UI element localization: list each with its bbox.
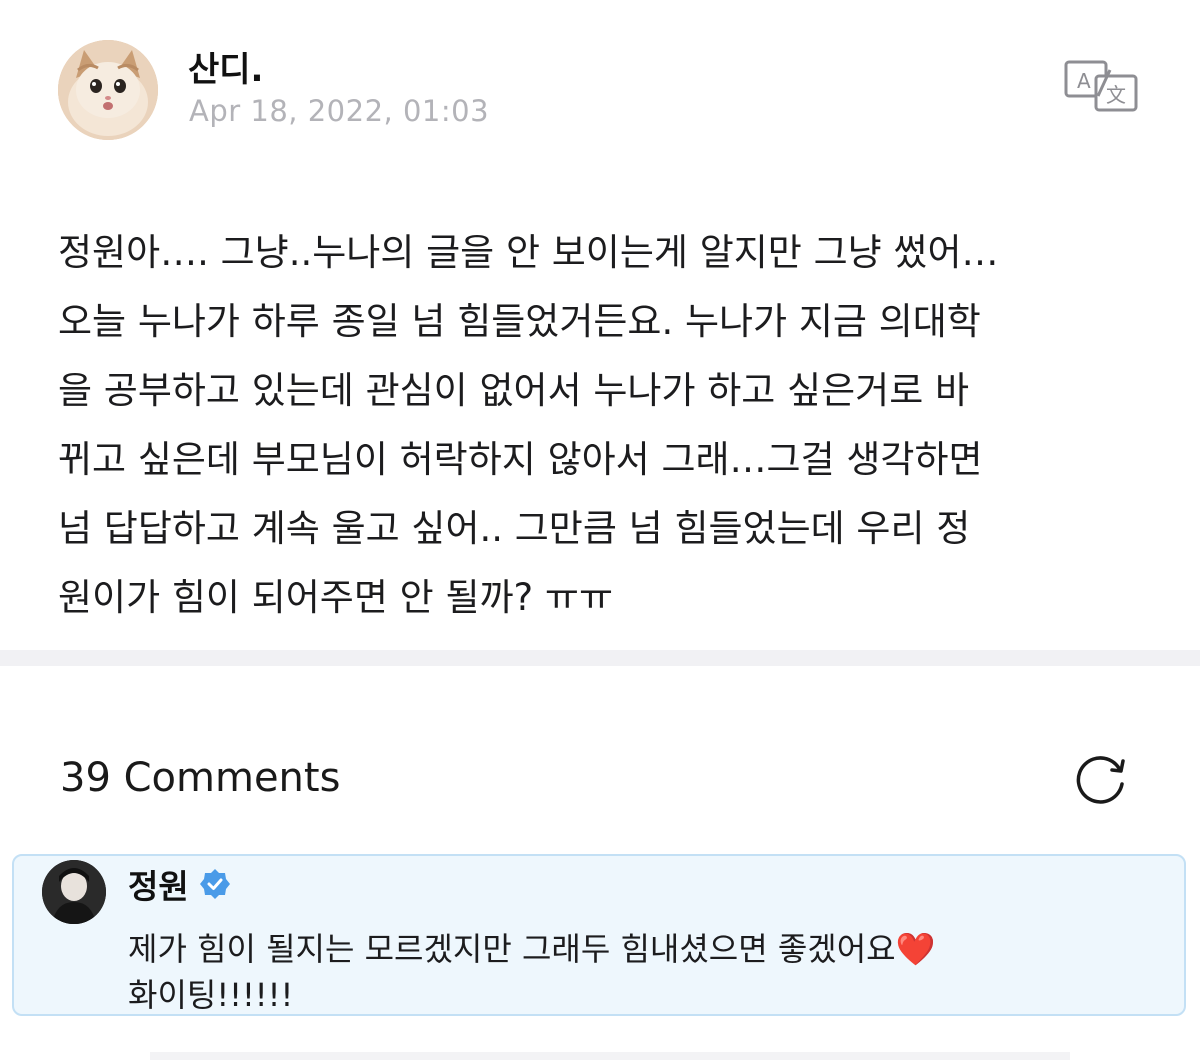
highlighted-comment[interactable]: 정원 제가 힘이 될지는 모르겠지만 그래두 힘내셨으면 좋겠어요❤️ 화이팅!… — [12, 854, 1186, 1016]
post-author[interactable]: 산디. — [188, 42, 263, 91]
comment-text: 제가 힘이 될지는 모르겠지만 그래두 힘내셨으면 좋겠어요❤️ 화이팅!!!!… — [128, 926, 1168, 1018]
heart-emoji: ❤️ — [895, 930, 936, 968]
post-body-line: 뀌고 싶은데 부모님이 허락하지 않아서 그래…그걸 생각하면 — [58, 438, 983, 481]
svg-text:A: A — [1077, 69, 1091, 93]
comment-text-line: 화이팅!!!!!! — [128, 976, 294, 1014]
post-body-line: 넘 답답하고 계속 울고 싶어.. 그만큼 넘 힘들었는데 우리 정 — [58, 507, 971, 550]
author-avatar[interactable] — [58, 40, 158, 140]
next-item-edge — [150, 1052, 1070, 1060]
post-body-line: 원이가 힘이 되어주면 안 될까? ㅠㅠ — [58, 576, 614, 619]
commenter-name[interactable]: 정원 — [128, 860, 189, 908]
verified-badge-icon — [199, 869, 230, 899]
post-body-line: 정원아…. 그냥..누나의 글을 안 보이는게 알지만 그냥 썼어… — [58, 231, 999, 274]
translate-button[interactable]: A 文 — [1064, 60, 1140, 112]
post-body: 정원아…. 그냥..누나의 글을 안 보이는게 알지만 그냥 썼어… 오늘 누나… — [58, 218, 1158, 632]
translate-icon: A 文 — [1064, 60, 1138, 112]
kitten-avatar-icon — [58, 40, 158, 140]
post-body-line: 을 공부하고 있는데 관심이 없어서 누나가 하고 싶은거로 바 — [58, 369, 970, 412]
post-body-line: 오늘 누나가 하루 종일 넘 힘들었거든요. 누나가 지금 의대학 — [58, 300, 981, 343]
comments-count: 39 Comments — [60, 755, 341, 801]
person-avatar-icon — [42, 860, 106, 924]
commenter-avatar[interactable] — [42, 860, 106, 924]
post-timestamp: Apr 18, 2022, 01:03 — [189, 94, 490, 128]
refresh-icon — [1076, 756, 1125, 804]
section-divider — [0, 650, 1200, 666]
comment-text-line: 제가 힘이 될지는 모르겠지만 그래두 힘내셨으면 좋겠어요❤️ — [128, 926, 1168, 972]
comment-text-body: 제가 힘이 될지는 모르겠지만 그래두 힘내셨으면 좋겠어요 — [128, 930, 896, 968]
svg-text:文: 文 — [1106, 83, 1126, 107]
refresh-button[interactable] — [1072, 750, 1130, 808]
commenter-name-row: 정원 — [128, 860, 231, 908]
post-page: 산디. Apr 18, 2022, 01:03 A 文 정원아…. 그냥..누나… — [0, 0, 1200, 1060]
